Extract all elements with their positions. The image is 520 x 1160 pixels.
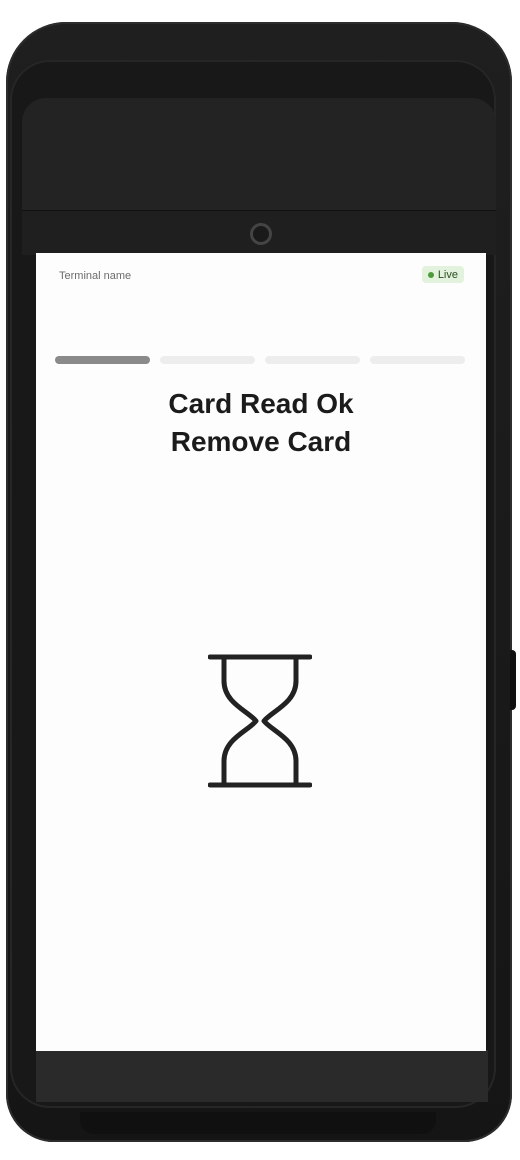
device-top-bezel xyxy=(22,98,496,210)
progress-indicator xyxy=(55,356,465,364)
progress-step-1 xyxy=(55,356,150,364)
progress-step-2 xyxy=(160,356,255,364)
terminal-screen: Terminal name Live Card Read Ok Remove C… xyxy=(36,253,486,1051)
status-message-line1: Card Read Ok xyxy=(168,388,354,419)
status-message-line2: Remove Card xyxy=(170,426,352,457)
camera-icon xyxy=(250,223,272,245)
progress-step-3 xyxy=(265,356,360,364)
live-status-badge: Live xyxy=(421,266,464,283)
device-bottom-bezel xyxy=(36,1050,488,1102)
device-foot xyxy=(80,1112,436,1134)
terminal-name-label: Terminal name xyxy=(59,270,132,282)
status-message: Card Read Ok Remove Card xyxy=(36,385,486,461)
live-dot-icon xyxy=(427,271,434,278)
side-button[interactable] xyxy=(510,650,516,710)
live-status-label: Live xyxy=(437,268,458,281)
hourglass-icon xyxy=(208,654,312,788)
progress-step-4 xyxy=(370,356,465,364)
